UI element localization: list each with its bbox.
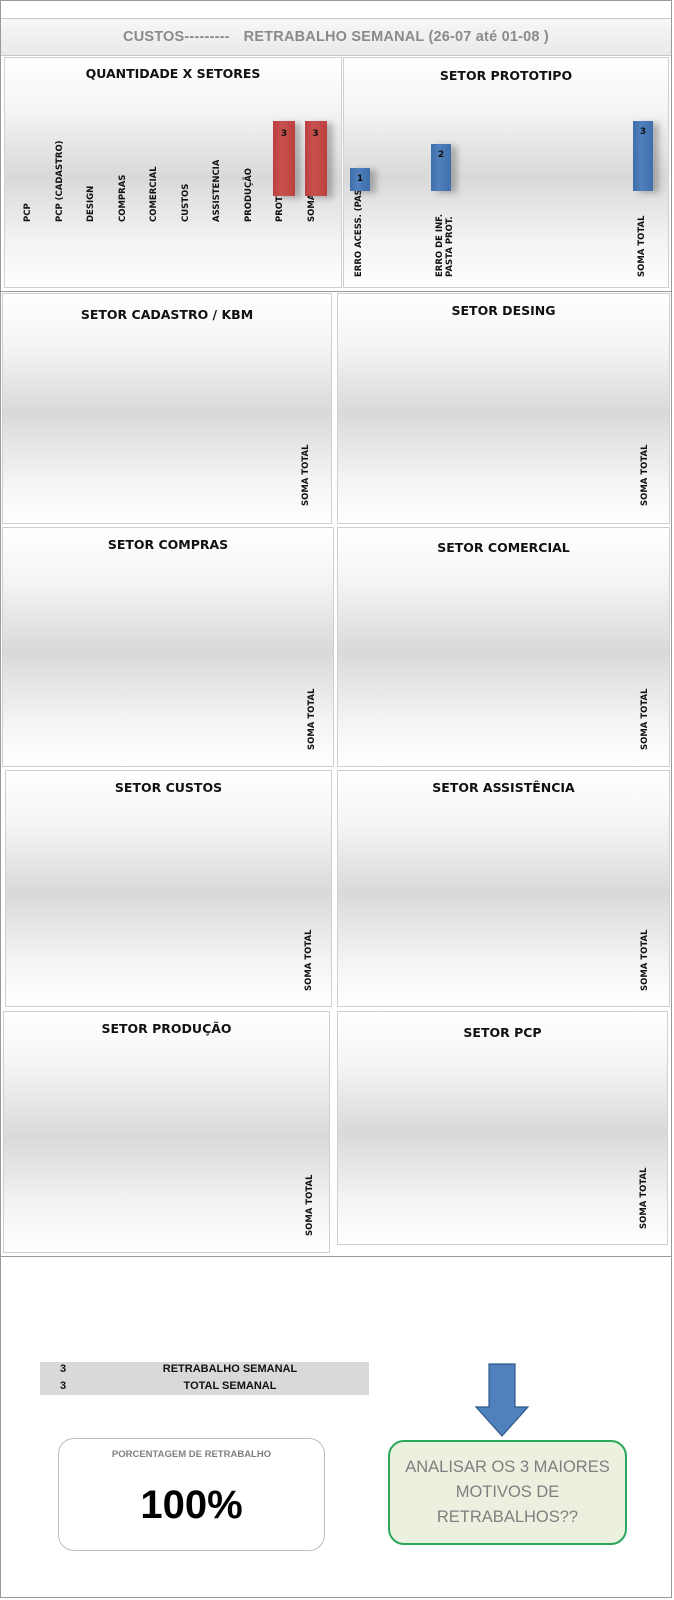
tick-label: DESIGN: [86, 185, 96, 222]
tick-label: PCP (CADASTRO): [54, 140, 65, 222]
chart-setor-desing: SETOR DESING SOMA TOTAL: [337, 293, 670, 524]
chart-title: SETOR CADASTRO / KBM: [80, 307, 254, 322]
tick-label: SOMA TOTAL: [640, 929, 650, 991]
chart-setor-cadastro-kbm: SETOR CADASTRO / KBM SOMA TOTAL: [2, 293, 332, 524]
tick-label: SOMA TOTAL: [640, 444, 650, 506]
chart-setor-pcp: SETOR PCP SOMA TOTAL: [337, 1011, 668, 1245]
chart-title: SETOR COMPRAS: [107, 537, 229, 552]
data-label: 1: [356, 173, 364, 184]
data-label: 3: [280, 129, 288, 139]
summary-row: 3 RETRABALHO SEMANAL: [40, 1362, 369, 1378]
summary-label: RETRABALHO SEMANAL: [162, 1363, 298, 1375]
tick-label: SOMA TOTAL: [305, 1174, 315, 1236]
percentage-value: 100%: [140, 1483, 243, 1527]
chart-setor-assistencia: SETOR ASSISTÊNCIA SOMA TOTAL: [337, 770, 670, 1007]
chart-title: SETOR PRODUÇÃO: [101, 1021, 232, 1036]
tick-label: SOMA TOTAL: [301, 444, 311, 506]
summary-label: TOTAL SEMANAL: [183, 1380, 277, 1392]
chart-title: SETOR PCP: [463, 1025, 542, 1040]
chart-setor-producao: SETOR PRODUÇÃO SOMA TOTAL: [3, 1011, 330, 1253]
chart-quantidade-setores: QUANTIDADE X SETORES PCP PCP (CADASTRO) DE…: [4, 57, 342, 288]
chart-title: SETOR DESING: [451, 303, 556, 318]
chart-setor-prototipo: SETOR PROTOTIPO ERRO ACESS. (PASTA) 1 ERRO…: [343, 57, 669, 288]
tick-label: SOMA TOTAL: [307, 688, 317, 750]
tick-label: CUSTOS: [180, 183, 191, 222]
tick-label: PRODUÇÃO: [243, 167, 254, 222]
chart-setor-custos: SETOR CUSTOS SOMA TOTAL: [5, 770, 332, 1007]
percentage-title: PORCENTAGEM DE RETRABALHO: [111, 1449, 272, 1460]
tick-label: COMERCIAL: [149, 166, 159, 222]
page-title-right: RETRABALHO SEMANAL (26-07 até 01-08 ): [243, 29, 549, 45]
page-title: CUSTOS--------- RETRABALHO SEMANAL (26-0…: [1, 18, 671, 56]
tick-label: ASSISTENCIA: [212, 159, 222, 222]
tick-label: SOMA TOTAL: [304, 929, 314, 991]
section-divider: [0, 1256, 672, 1257]
summary-table: 3 RETRABALHO SEMANAL 3 TOTAL SEMANAL: [40, 1362, 369, 1395]
data-label: 3: [312, 129, 319, 139]
chart-setor-compras: SETOR COMPRAS SOMA TOTAL: [2, 527, 334, 767]
chart-title: SETOR CUSTOS: [114, 780, 223, 795]
page-title-left: CUSTOS---------: [123, 29, 230, 45]
summary-value: 3: [60, 1380, 67, 1392]
chart-title: SETOR PROTOTIPO: [439, 68, 573, 83]
tick-label: SOMA TOTAL: [640, 688, 650, 750]
tick-label: PCP: [23, 203, 33, 222]
callout-text: ANALISAR OS 3 MAIORES MOTIVOS DE RETRABA…: [405, 1458, 610, 1526]
chart-title: QUANTIDADE X SETORES: [85, 66, 261, 81]
tick-label: SOMA TOTAL: [637, 215, 647, 277]
chart-setor-comercial: SETOR COMERCIAL SOMA TOTAL: [337, 527, 670, 767]
callout-box: ANALISAR OS 3 MAIORES MOTIVOS DE RETRABA…: [388, 1440, 627, 1545]
summary-row: 3 TOTAL SEMANAL: [40, 1379, 369, 1395]
tick-label: ERRO DE INF. PASTA PROT.: [435, 214, 455, 277]
chart-title: SETOR ASSISTÊNCIA: [432, 780, 575, 795]
data-label: 3: [639, 127, 647, 137]
summary-value: 3: [60, 1363, 67, 1375]
tick-label: SOMA TOTAL: [639, 1167, 649, 1229]
percentage-box: PORCENTAGEM DE RETRABALHO 100%: [58, 1438, 325, 1551]
down-arrow-icon: [474, 1363, 530, 1437]
data-label: 2: [437, 150, 445, 161]
chart-title: SETOR COMERCIAL: [437, 540, 570, 555]
tick-label: COMPRAS: [117, 174, 128, 222]
